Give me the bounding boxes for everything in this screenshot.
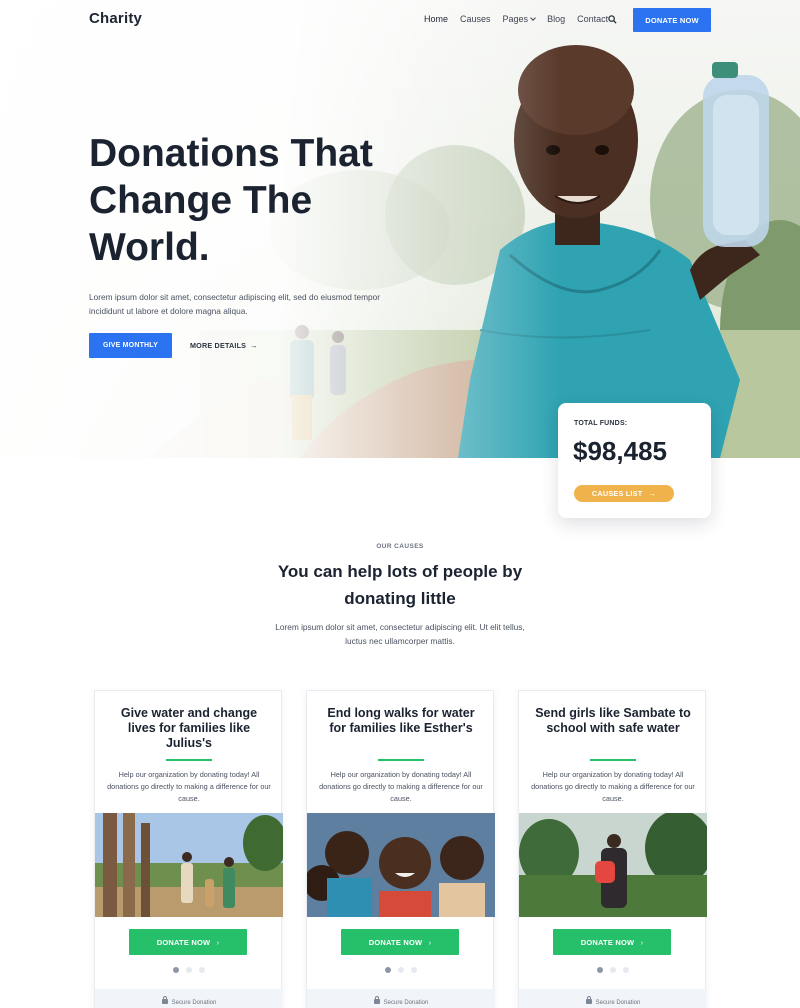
carousel-dot[interactable] — [411, 967, 417, 973]
card-footer: Secure Donation — [519, 989, 707, 1008]
search-icon[interactable] — [608, 15, 617, 24]
total-funds-card: TOTAL FUNDS: $98,485 CAUSES LIST → — [558, 403, 711, 518]
site-logo[interactable]: Charity — [89, 10, 142, 27]
card-donate-label: DONATE NOW — [580, 937, 635, 947]
cause-card-title: End long walks for water for families li… — [327, 706, 475, 735]
arrow-right-icon: → — [250, 341, 258, 350]
secure-donation: Secure Donation — [519, 996, 707, 1006]
secure-donation-label: Secure Donation — [383, 1000, 429, 1006]
carousel-dots — [307, 967, 495, 973]
card-donate-label: DONATE NOW — [156, 937, 211, 947]
secure-donation-label: Secure Donation — [595, 1000, 641, 1006]
nav-item-pages[interactable]: Pages — [503, 14, 536, 24]
carousel-dot[interactable] — [199, 967, 205, 973]
nav-item-causes[interactable]: Causes — [460, 14, 491, 24]
carousel-dot[interactable] — [385, 967, 391, 973]
arrow-right-icon: → — [648, 489, 657, 498]
main-nav: Home Causes Pages Blog Contact — [424, 14, 608, 24]
chevron-right-icon: › — [216, 937, 220, 947]
cause-card: Send girls like Sambate to school with s… — [518, 690, 707, 1008]
nav-item-blog[interactable]: Blog — [547, 14, 565, 24]
total-funds-amount: $98,485 — [573, 436, 667, 466]
carousel-dots — [519, 967, 707, 973]
card-donate-button[interactable]: DONATE NOW › — [553, 929, 671, 955]
hero-title: Donations That Change The World. — [89, 132, 373, 269]
causes-list-button[interactable]: CAUSES LIST → — [574, 485, 674, 502]
chevron-right-icon: › — [640, 937, 644, 947]
secure-donation: Secure Donation — [95, 996, 283, 1006]
chevron-down-icon — [530, 15, 536, 21]
card-donate-button[interactable]: DONATE NOW › — [129, 929, 247, 955]
carousel-dot[interactable] — [610, 967, 616, 973]
cause-photo-mother-child — [519, 813, 707, 917]
cause-card: End long walks for water for families li… — [306, 690, 495, 1008]
title-divider — [378, 759, 424, 761]
card-donate-label: DONATE NOW — [368, 937, 423, 947]
carousel-dot[interactable] — [623, 967, 629, 973]
carousel-dots — [95, 967, 283, 973]
cause-card-text: Help our organization by donating today!… — [319, 770, 483, 803]
more-details-label: MORE DETAILS — [190, 341, 247, 350]
causes-list-label: CAUSES LIST — [591, 489, 643, 498]
lock-icon — [161, 996, 168, 1004]
hero-description: Lorem ipsum dolor sit amet, consectetur … — [89, 292, 380, 316]
card-footer: Secure Donation — [307, 989, 495, 1008]
carousel-dot[interactable] — [173, 967, 179, 973]
hero-section: Charity Home Causes Pages Blog Contact D… — [0, 0, 800, 458]
cause-card-text: Help our organization by donating today!… — [531, 770, 695, 803]
secure-donation-label: Secure Donation — [171, 1000, 217, 1006]
cause-card: Give water and change lives for families… — [94, 690, 283, 1008]
donate-now-button[interactable]: DONATE NOW — [633, 8, 711, 32]
top-navbar: Charity Home Causes Pages Blog Contact D… — [0, 0, 800, 40]
nav-item-contact[interactable]: Contact — [577, 14, 608, 24]
cause-card-title: Give water and change lives for families… — [120, 706, 258, 750]
total-funds-label: TOTAL FUNDS: — [574, 420, 628, 427]
cause-photo-walkers — [95, 813, 283, 917]
more-details-link[interactable]: MORE DETAILS → — [190, 341, 258, 350]
cause-card-text: Help our organization by donating today!… — [107, 770, 271, 803]
cause-card-title: Send girls like Sambate to school with s… — [535, 706, 691, 735]
carousel-dot[interactable] — [597, 967, 603, 973]
title-divider — [590, 759, 636, 761]
carousel-dot[interactable] — [186, 967, 192, 973]
lock-icon — [373, 996, 380, 1004]
give-monthly-button[interactable]: GIVE MONTHLY — [89, 333, 172, 358]
card-footer: Secure Donation — [95, 989, 283, 1008]
nav-item-home[interactable]: Home — [424, 14, 448, 24]
secure-donation: Secure Donation — [307, 996, 495, 1006]
nav-item-pages-label: Pages — [502, 14, 529, 24]
chevron-right-icon: › — [428, 937, 432, 947]
cause-photo-children — [307, 813, 495, 917]
carousel-dot[interactable] — [398, 967, 404, 973]
lock-icon — [585, 996, 592, 1004]
section-eyebrow: OUR CAUSES — [376, 543, 424, 550]
section-title: You can help lots of people by donating … — [277, 562, 523, 608]
title-divider — [166, 759, 212, 761]
card-donate-button[interactable]: DONATE NOW › — [341, 929, 459, 955]
section-description: Lorem ipsum dolor sit amet, consectetur … — [275, 622, 525, 646]
